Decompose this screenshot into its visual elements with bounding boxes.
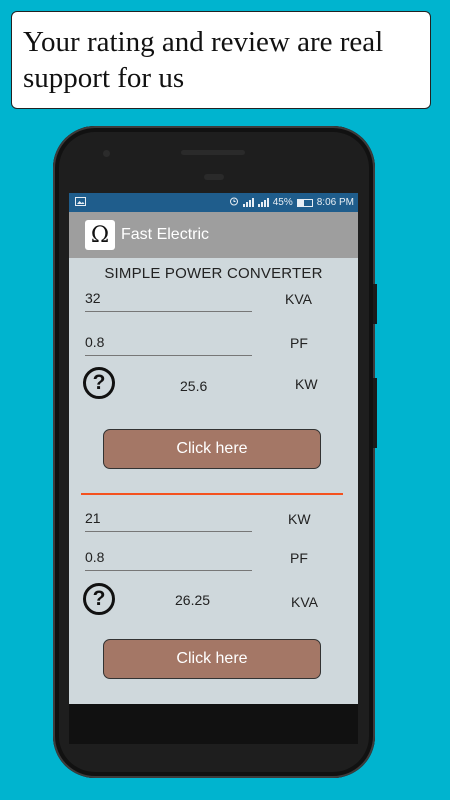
image-icon bbox=[75, 196, 86, 209]
app-bar: Ω Fast Electric bbox=[69, 212, 358, 258]
kva-result: 26.25 bbox=[175, 592, 211, 608]
phone-screen: 45% 8:06 PM Ω Fast Electric SIMPLE POWER… bbox=[69, 193, 358, 704]
pf-input-2[interactable]: 0.8 bbox=[85, 547, 252, 571]
pf-input[interactable]: 0.8 bbox=[85, 332, 252, 356]
kw-input[interactable]: 21 bbox=[85, 508, 252, 532]
nav-bar-area bbox=[69, 704, 358, 744]
kva-unit-label-2: KVA bbox=[291, 594, 318, 610]
speaker-grille bbox=[181, 150, 245, 155]
status-bar: 45% 8:06 PM bbox=[69, 193, 358, 212]
ohm-logo-icon: Ω bbox=[85, 220, 115, 250]
help-icon-2[interactable]: ? bbox=[83, 583, 115, 615]
review-banner: Your rating and review are real support … bbox=[11, 11, 431, 109]
battery-percent: 45% bbox=[272, 197, 293, 208]
signal-icon-2 bbox=[257, 198, 269, 207]
power-button bbox=[373, 284, 377, 324]
battery-icon bbox=[296, 198, 313, 207]
pf-unit-label-2: PF bbox=[290, 550, 308, 566]
kw-result: 25.6 bbox=[180, 378, 208, 394]
earpiece bbox=[204, 174, 224, 180]
help-icon[interactable]: ? bbox=[83, 367, 115, 399]
app-title: Fast Electric bbox=[121, 226, 210, 243]
status-time: 8:06 PM bbox=[316, 197, 354, 208]
kva-unit-label: KVA bbox=[285, 291, 312, 307]
screen-title: SIMPLE POWER CONVERTER bbox=[104, 265, 323, 282]
kw-unit-label: KW bbox=[295, 376, 318, 392]
section-divider bbox=[81, 493, 343, 495]
convert-kva-button[interactable]: Click here bbox=[103, 429, 321, 469]
kw-unit-label-2: KW bbox=[288, 511, 311, 527]
banner-text: Your rating and review are real support … bbox=[23, 26, 384, 94]
signal-icon bbox=[242, 198, 254, 207]
volume-button bbox=[373, 378, 377, 448]
alarm-icon bbox=[229, 196, 239, 209]
convert-kw-button[interactable]: Click here bbox=[103, 639, 321, 679]
kva-input[interactable]: 32 bbox=[85, 288, 252, 312]
pf-unit-label: PF bbox=[290, 335, 308, 351]
converter-content: SIMPLE POWER CONVERTER 32 KVA 0.8 PF ? 2… bbox=[69, 258, 358, 704]
camera-icon bbox=[103, 150, 110, 157]
